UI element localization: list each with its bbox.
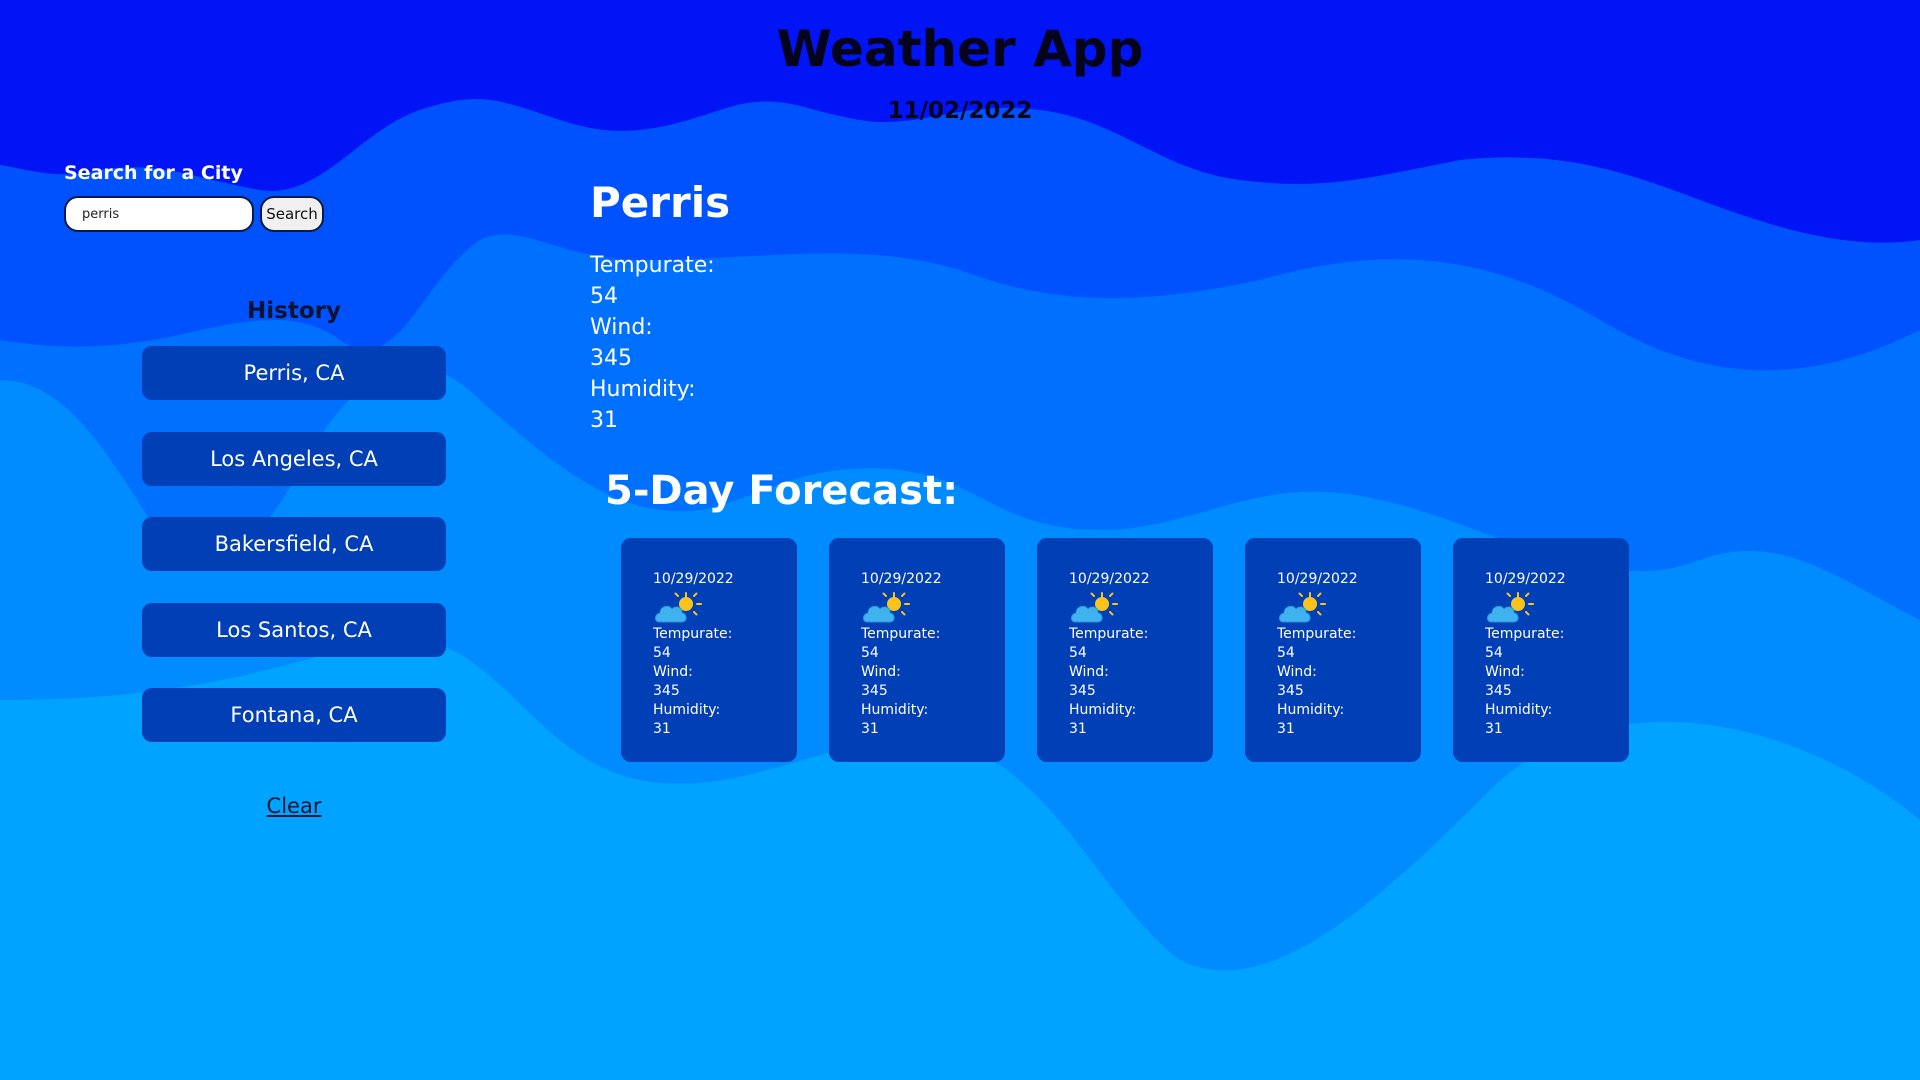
forecast-humidity-label: Humidity: — [1069, 702, 1137, 718]
page-title: Weather App — [776, 20, 1144, 78]
forecast-temp-label: Tempurate: — [1277, 626, 1357, 642]
forecast-humidity-value: 31 — [1069, 721, 1087, 737]
forecast-temp-label: Tempurate: — [1069, 626, 1149, 642]
current-wind-value: 345 — [590, 346, 632, 371]
partly-cloudy-icon — [1486, 592, 1534, 623]
forecast-temp-label: Tempurate: — [861, 626, 941, 642]
current-temp-value: 54 — [590, 284, 618, 309]
forecast-title: 5-Day Forecast: — [605, 468, 959, 514]
forecast-humidity-label: Humidity: — [1485, 702, 1553, 718]
partly-cloudy-icon — [1070, 592, 1118, 623]
forecast-card: 10/29/2022 Tempurate: 54 Wind: 345 Humid… — [1037, 538, 1213, 762]
forecast-wind-value: 345 — [1277, 683, 1304, 699]
forecast-wind-label: Wind: — [1069, 664, 1109, 680]
forecast-wind-value: 345 — [653, 683, 680, 699]
history-item-los-angeles[interactable]: Los Angeles, CA — [142, 432, 446, 486]
forecast-date: 10/29/2022 — [653, 571, 734, 587]
forecast-wind-value: 345 — [1069, 683, 1096, 699]
forecast-humidity-label: Humidity: — [653, 702, 721, 718]
partly-cloudy-icon — [654, 592, 702, 623]
forecast-humidity-label: Humidity: — [861, 702, 929, 718]
forecast-humidity-value: 31 — [861, 721, 879, 737]
forecast-humidity-value: 31 — [653, 721, 671, 737]
forecast-date: 10/29/2022 — [1485, 571, 1566, 587]
forecast-card: 10/29/2022 Tempurate: 54 Wind: 345 Humid… — [1245, 538, 1421, 762]
forecast-date: 10/29/2022 — [1277, 571, 1358, 587]
forecast-temp-value: 54 — [1069, 645, 1087, 661]
current-weather-stats: Tempurate: 54 Wind: 345 Humidity: 31 — [590, 250, 715, 436]
current-wind-label: Wind: — [590, 315, 653, 340]
history-title: History — [247, 298, 341, 324]
forecast-temp-value: 54 — [1485, 645, 1503, 661]
current-city-name: Perris — [590, 178, 731, 227]
forecast-card: 10/29/2022 Tempurate: 54 Wind: 345 Humid… — [1453, 538, 1629, 762]
current-temp-label: Tempurate: — [590, 253, 715, 278]
forecast-wind-value: 345 — [1485, 683, 1512, 699]
search-label: Search for a City — [64, 162, 243, 184]
forecast-humidity-value: 31 — [1485, 721, 1503, 737]
forecast-wind-label: Wind: — [653, 664, 693, 680]
search-input[interactable] — [64, 196, 254, 232]
current-date: 11/02/2022 — [887, 98, 1033, 124]
partly-cloudy-icon — [862, 592, 910, 623]
forecast-wind-label: Wind: — [1485, 664, 1525, 680]
forecast-wind-label: Wind: — [861, 664, 901, 680]
history-item-bakersfield[interactable]: Bakersfield, CA — [142, 517, 446, 571]
forecast-temp-label: Tempurate: — [653, 626, 733, 642]
forecast-humidity-value: 31 — [1277, 721, 1295, 737]
history-item-los-santos[interactable]: Los Santos, CA — [142, 603, 446, 657]
history-item-perris[interactable]: Perris, CA — [142, 346, 446, 400]
forecast-humidity-label: Humidity: — [1277, 702, 1345, 718]
forecast-date: 10/29/2022 — [1069, 571, 1150, 587]
forecast-card: 10/29/2022 Tempurate: 54 Wind: 345 Humid… — [829, 538, 1005, 762]
clear-history-link[interactable]: Clear — [142, 794, 446, 818]
current-humidity-value: 31 — [590, 408, 618, 433]
forecast-temp-value: 54 — [653, 645, 671, 661]
forecast-date: 10/29/2022 — [861, 571, 942, 587]
forecast-wind-label: Wind: — [1277, 664, 1317, 680]
history-item-fontana[interactable]: Fontana, CA — [142, 688, 446, 742]
search-button[interactable]: Search — [260, 196, 324, 232]
forecast-temp-value: 54 — [1277, 645, 1295, 661]
current-humidity-label: Humidity: — [590, 377, 696, 402]
forecast-wind-value: 345 — [861, 683, 888, 699]
forecast-card: 10/29/2022 Tempurate: 54 Wind: 345 Humid… — [621, 538, 797, 762]
forecast-temp-value: 54 — [861, 645, 879, 661]
partly-cloudy-icon — [1278, 592, 1326, 623]
forecast-temp-label: Tempurate: — [1485, 626, 1565, 642]
